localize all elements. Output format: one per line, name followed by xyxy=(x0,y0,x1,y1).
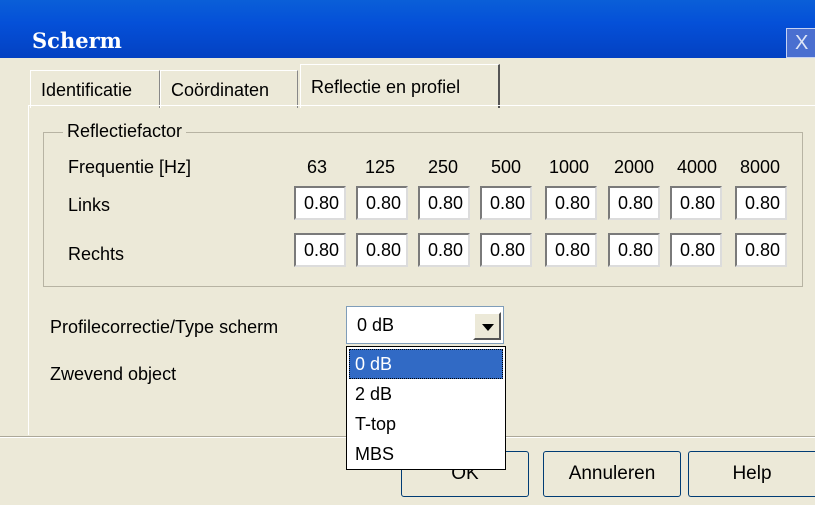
right-row-label: Rechts xyxy=(68,244,125,264)
tab-identificatie[interactable]: Identificatie xyxy=(30,70,160,108)
right-value-63[interactable]: 0.80 xyxy=(294,233,346,267)
dropdown-option-0db[interactable]: 0 dB xyxy=(349,349,503,379)
dropdown-option-2db[interactable]: 2 dB xyxy=(349,379,503,409)
left-row-label: Links xyxy=(68,195,111,215)
left-value-4000[interactable]: 0.80 xyxy=(670,186,722,220)
left-value-500[interactable]: 0.80 xyxy=(480,186,532,220)
chevron-down-icon[interactable] xyxy=(473,312,501,340)
right-value-125[interactable]: 0.80 xyxy=(356,233,408,267)
right-value-1000[interactable]: 0.80 xyxy=(545,233,597,267)
title-bar: Scherm X xyxy=(0,0,815,58)
left-value-8000[interactable]: 0.80 xyxy=(735,186,787,220)
frequency-header: 4000 xyxy=(676,157,718,177)
close-button[interactable]: X xyxy=(786,28,815,58)
dropdown-option-mbs[interactable]: MBS xyxy=(349,439,503,469)
right-value-250[interactable]: 0.80 xyxy=(418,233,470,267)
tab-coordinaten[interactable]: Coördinaten xyxy=(160,70,298,108)
frequency-header: 250 xyxy=(427,157,459,177)
dropdown-option-t-top[interactable]: T-top xyxy=(349,409,503,439)
left-value-125[interactable]: 0.80 xyxy=(356,186,408,220)
left-value-1000[interactable]: 0.80 xyxy=(545,186,597,220)
reflection-group-label: Reflectiefactor xyxy=(63,121,187,142)
frequency-header: 500 xyxy=(490,157,522,177)
right-value-2000[interactable]: 0.80 xyxy=(608,233,660,267)
left-value-2000[interactable]: 0.80 xyxy=(608,186,660,220)
right-value-8000[interactable]: 0.80 xyxy=(735,233,787,267)
tab-label: Coördinaten xyxy=(171,80,270,100)
window-title: Scherm xyxy=(32,28,122,53)
frequency-label: Frequentie [Hz] xyxy=(68,157,192,177)
frequency-header: 8000 xyxy=(739,157,781,177)
tab-label: Reflectie en profiel xyxy=(311,77,461,97)
frequency-header: 63 xyxy=(306,157,328,177)
frequency-header: 2000 xyxy=(613,157,655,177)
right-value-4000[interactable]: 0.80 xyxy=(670,233,722,267)
floating-object-label: Zwevend object xyxy=(50,364,177,384)
cancel-button[interactable]: Annuleren xyxy=(543,451,681,497)
frequency-header: 125 xyxy=(364,157,396,177)
left-value-63[interactable]: 0.80 xyxy=(294,186,346,220)
profile-type-dropdown-list: 0 dB 2 dB T-top MBS xyxy=(346,346,506,470)
help-button[interactable]: Help xyxy=(688,451,815,497)
close-icon: X xyxy=(795,32,809,54)
profile-selected-value: 0 dB xyxy=(357,315,395,335)
frequency-header: 1000 xyxy=(548,157,590,177)
dialog-window: Scherm X Identificatie Coördinaten Refle… xyxy=(0,0,815,505)
left-value-250[interactable]: 0.80 xyxy=(418,186,470,220)
tab-reflectie-en-profiel[interactable]: Reflectie en profiel xyxy=(300,64,500,108)
right-value-500[interactable]: 0.80 xyxy=(480,233,532,267)
profile-type-select[interactable]: 0 dB xyxy=(346,306,504,344)
tab-label: Identificatie xyxy=(41,80,133,100)
profile-correction-label: Profilecorrectie/Type scherm xyxy=(50,317,279,337)
